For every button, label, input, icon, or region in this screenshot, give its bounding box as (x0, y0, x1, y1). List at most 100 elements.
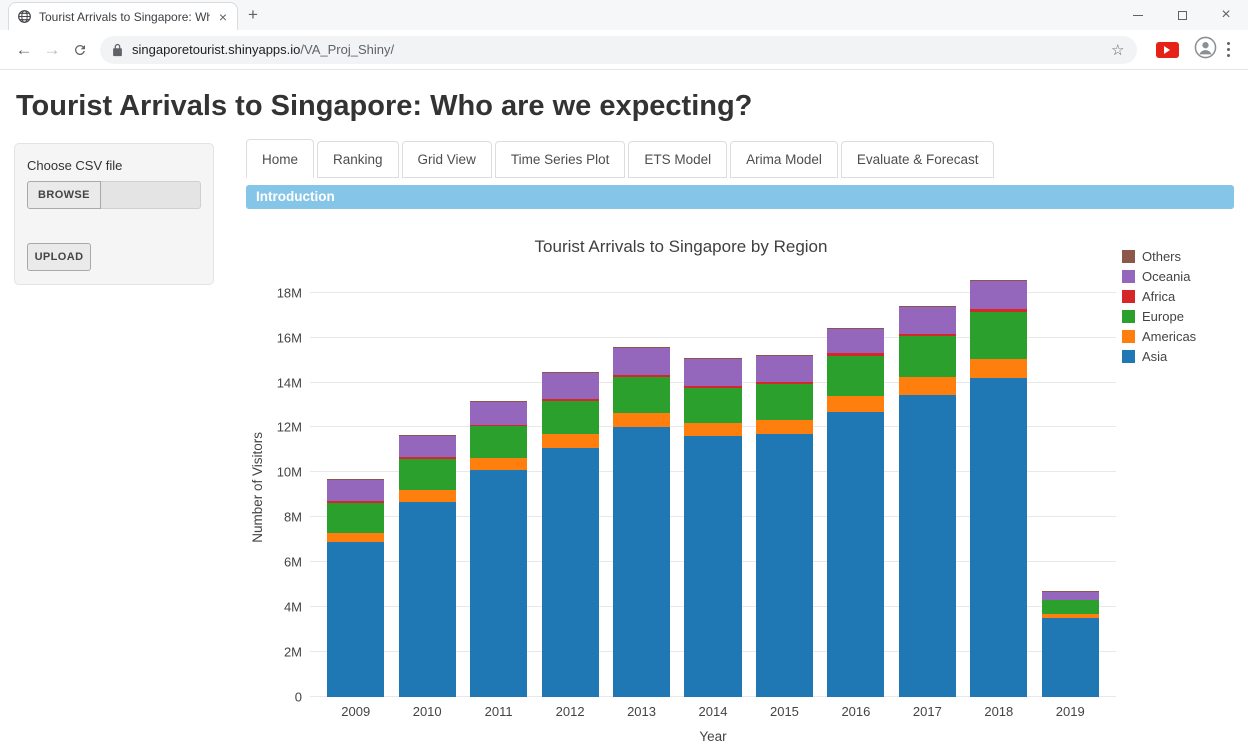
bar-segment-2019-oceania[interactable] (1042, 592, 1099, 600)
bar-segment-2016-americas[interactable] (827, 396, 884, 412)
close-icon: × (1221, 7, 1230, 23)
bar-segment-2016-asia[interactable] (827, 412, 884, 697)
bar-segment-2016-oceania[interactable] (827, 329, 884, 354)
bookmark-star-icon[interactable]: ☆ (1111, 41, 1124, 59)
tab-close-icon[interactable]: × (217, 10, 229, 24)
bar-segment-2015-americas[interactable] (756, 420, 813, 435)
tab-evaluate-forecast[interactable]: Evaluate & Forecast (841, 141, 995, 178)
bar-segment-2018-americas[interactable] (970, 359, 1027, 378)
tab-grid-view[interactable]: Grid View (402, 141, 492, 178)
bar-2012 (542, 372, 599, 697)
profile-avatar[interactable] (1194, 36, 1217, 64)
legend-swatch-icon (1122, 250, 1135, 263)
bar-segment-2011-oceania[interactable] (470, 402, 527, 424)
tab-time-series-plot[interactable]: Time Series Plot (495, 141, 626, 178)
bar-2015 (756, 355, 813, 697)
legend-item-asia[interactable]: Asia (1122, 349, 1234, 364)
bar-segment-2015-asia[interactable] (756, 434, 813, 697)
bar-segment-2017-europe[interactable] (899, 336, 956, 378)
reload-icon (72, 42, 88, 58)
bar-segment-2017-oceania[interactable] (899, 307, 956, 334)
youtube-extension-icon[interactable] (1156, 42, 1179, 58)
tab-ranking[interactable]: Ranking (317, 141, 399, 178)
tab-arima-model[interactable]: Arima Model (730, 141, 838, 178)
url-field[interactable]: singaporetourist.shinyapps.io/VA_Proj_Sh… (100, 36, 1137, 64)
bar-segment-2009-europe[interactable] (327, 503, 384, 533)
x-cells: 2009201020112012201320142015201620172018… (310, 704, 1116, 719)
bars-row (310, 277, 1116, 697)
bar-segment-2010-europe[interactable] (399, 459, 456, 490)
bar-segment-2011-europe[interactable] (470, 426, 527, 457)
browse-button[interactable]: BROWSE (27, 181, 101, 209)
window-minimize-button[interactable] (1116, 0, 1160, 30)
bar-segment-2018-europe[interactable] (970, 312, 1027, 359)
legend-item-americas[interactable]: Americas (1122, 329, 1234, 344)
tab-home[interactable]: Home (246, 139, 314, 178)
legend-label: Americas (1142, 329, 1196, 344)
bar-segment-2012-americas[interactable] (542, 434, 599, 447)
window-close-button[interactable]: × (1204, 0, 1248, 30)
bar-segment-2009-oceania[interactable] (327, 480, 384, 501)
bar-segment-2012-oceania[interactable] (542, 373, 599, 399)
bar-segment-2018-asia[interactable] (970, 378, 1027, 697)
bar-segment-2018-oceania[interactable] (970, 281, 1027, 309)
forward-button[interactable]: → (38, 36, 66, 64)
bar-segment-2010-americas[interactable] (399, 490, 456, 501)
bar-segment-2017-asia[interactable] (899, 395, 956, 697)
bar-segment-2017-americas[interactable] (899, 377, 956, 395)
bar-segment-2009-asia[interactable] (327, 542, 384, 697)
tab-ets-model[interactable]: ETS Model (628, 141, 727, 178)
introduction-banner: Introduction (246, 185, 1234, 209)
bar-segment-2010-asia[interactable] (399, 502, 456, 697)
browser-tab-strip: Tourist Arrivals to Singapore: Wh × + × (0, 0, 1248, 30)
reload-button[interactable] (66, 36, 94, 64)
bar-segment-2015-europe[interactable] (756, 384, 813, 420)
bar-segment-2019-asia[interactable] (1042, 618, 1099, 697)
bar-segment-2013-oceania[interactable] (613, 348, 670, 375)
y-axis-title: Number of Visitors (246, 277, 268, 697)
page-content: Tourist Arrivals to Singapore: Who are w… (0, 70, 1248, 744)
bar-segment-2013-asia[interactable] (613, 427, 670, 697)
bar-segment-2013-europe[interactable] (613, 377, 670, 413)
bar-segment-2012-europe[interactable] (542, 401, 599, 435)
legend-swatch-icon (1122, 270, 1135, 283)
bar-2014 (684, 358, 741, 697)
bar-2011 (470, 401, 527, 697)
page-title: Tourist Arrivals to Singapore: Who are w… (16, 90, 1234, 123)
bar-segment-2011-americas[interactable] (470, 458, 527, 470)
bar-segment-2013-americas[interactable] (613, 413, 670, 428)
bar-segment-2012-asia[interactable] (542, 448, 599, 697)
bar-segment-2014-oceania[interactable] (684, 359, 741, 386)
bar-segment-2010-oceania[interactable] (399, 436, 456, 457)
x-tick-label: 2010 (391, 704, 462, 719)
browser-tab[interactable]: Tourist Arrivals to Singapore: Wh × (8, 2, 238, 30)
bar-segment-2014-americas[interactable] (684, 423, 741, 437)
bar-2017 (899, 306, 956, 697)
bar-column-2015 (749, 277, 820, 697)
maximize-icon (1178, 11, 1187, 20)
y-tick-label: 16M (277, 330, 302, 345)
bar-2010 (399, 435, 456, 697)
upload-button[interactable]: UPLOAD (27, 243, 91, 271)
legend-item-europe[interactable]: Europe (1122, 309, 1234, 324)
new-tab-button[interactable]: + (248, 5, 258, 25)
bar-segment-2019-europe[interactable] (1042, 600, 1099, 613)
bar-segment-2015-oceania[interactable] (756, 356, 813, 382)
bar-segment-2009-americas[interactable] (327, 533, 384, 542)
browser-menu-icon[interactable] (1227, 42, 1231, 58)
bar-segment-2014-europe[interactable] (684, 388, 741, 423)
legend-item-oceania[interactable]: Oceania (1122, 269, 1234, 284)
legend-label: Europe (1142, 309, 1184, 324)
bar-segment-2014-asia[interactable] (684, 436, 741, 697)
x-tick-label: 2015 (749, 704, 820, 719)
bar-segment-2011-asia[interactable] (470, 470, 527, 697)
legend-item-africa[interactable]: Africa (1122, 289, 1234, 304)
x-tick-label: 2009 (320, 704, 391, 719)
minimize-icon (1133, 15, 1143, 16)
legend-swatch-icon (1122, 330, 1135, 343)
back-button[interactable]: ← (10, 36, 38, 64)
window-maximize-button[interactable] (1160, 0, 1204, 30)
legend-item-others[interactable]: Others (1122, 249, 1234, 264)
bar-segment-2016-europe[interactable] (827, 356, 884, 396)
url-path: /VA_Proj_Shiny/ (300, 42, 394, 57)
